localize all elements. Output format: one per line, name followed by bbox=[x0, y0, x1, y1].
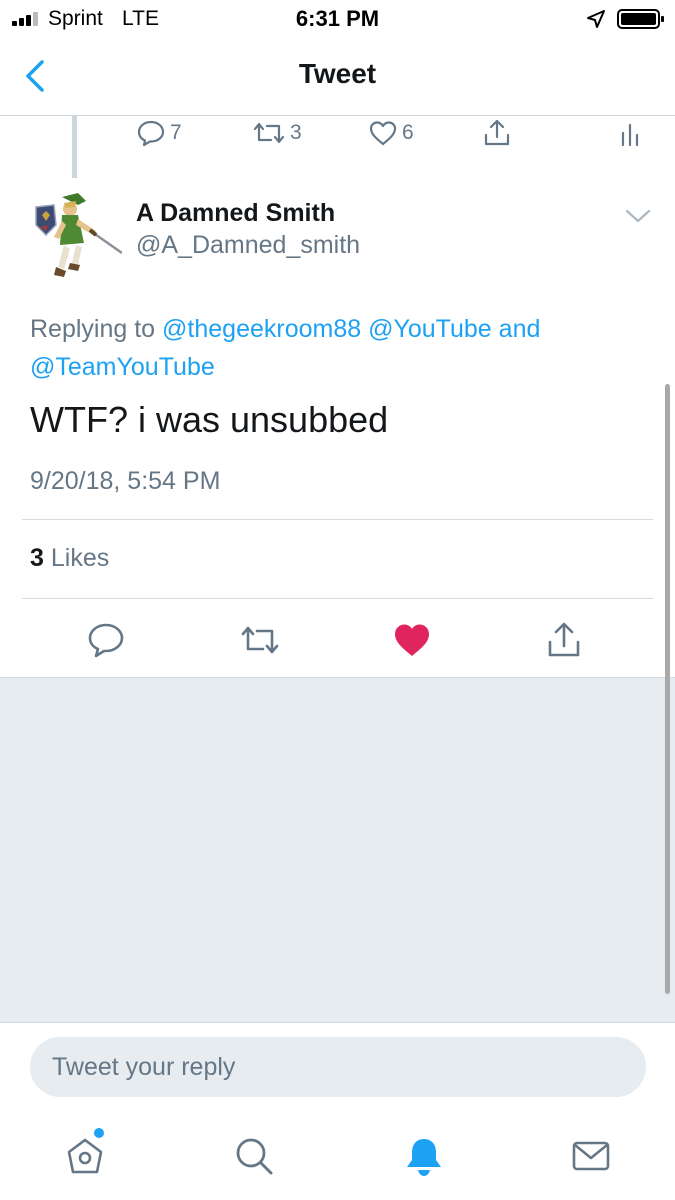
likes-summary[interactable]: 3 Likes bbox=[30, 544, 109, 573]
display-name[interactable]: A Damned Smith bbox=[136, 199, 335, 228]
heart-filled-icon bbox=[395, 624, 429, 656]
prev-retweet-button[interactable]: 3 bbox=[252, 118, 302, 148]
location-arrow-icon bbox=[587, 10, 605, 28]
mail-icon bbox=[572, 1141, 610, 1171]
search-icon bbox=[236, 1138, 273, 1175]
share-icon bbox=[484, 119, 510, 146]
tab-notifications[interactable] bbox=[400, 1132, 448, 1180]
tab-home[interactable] bbox=[61, 1132, 109, 1180]
battery-icon bbox=[617, 9, 664, 29]
likes-label: Likes bbox=[50, 544, 110, 572]
home-icon bbox=[67, 1138, 103, 1174]
reply-icon bbox=[88, 623, 124, 658]
status-time: 6:31 PM bbox=[295, 6, 380, 31]
bottom-tab-bar bbox=[0, 1118, 675, 1200]
prev-reply-count: 7 bbox=[170, 121, 182, 144]
tweet-action-bar bbox=[0, 610, 675, 676]
prev-share-button[interactable] bbox=[482, 118, 516, 148]
prev-like-button[interactable]: 6 bbox=[368, 118, 414, 148]
scrollbar[interactable] bbox=[665, 384, 670, 994]
home-notification-dot bbox=[94, 1128, 104, 1138]
navigation-bar: Tweet bbox=[0, 40, 675, 116]
avatar[interactable] bbox=[26, 191, 122, 281]
tab-search[interactable] bbox=[230, 1132, 278, 1180]
analytics-icon bbox=[621, 123, 639, 147]
retweet-button[interactable] bbox=[238, 618, 282, 662]
page-title: Tweet bbox=[298, 58, 377, 89]
heart-outline-icon bbox=[369, 121, 397, 146]
retweet-icon bbox=[241, 626, 279, 654]
mention-link[interactable]: @TeamYouTube bbox=[30, 353, 215, 381]
empty-replies-area bbox=[0, 677, 675, 1022]
mention-link[interactable]: @YouTube bbox=[368, 315, 492, 343]
previous-tweet-actions: 7 3 6 bbox=[0, 116, 675, 156]
likes-count: 3 bbox=[30, 544, 44, 572]
tweet-timestamp: 9/20/18, 5:54 PM bbox=[30, 467, 221, 495]
replying-to-joiner: and bbox=[498, 315, 541, 343]
divider bbox=[22, 598, 653, 599]
like-button[interactable] bbox=[390, 618, 434, 662]
prev-reply-button[interactable]: 7 bbox=[136, 118, 182, 148]
share-button[interactable] bbox=[542, 618, 586, 662]
tweet-author-row: A Damned Smith @A_Damned_smith bbox=[0, 185, 675, 285]
replying-to-label: Replying to bbox=[30, 315, 156, 343]
prev-like-count: 6 bbox=[402, 121, 414, 144]
chevron-down-icon[interactable] bbox=[624, 207, 652, 225]
bell-icon bbox=[407, 1139, 441, 1176]
status-bar: Sprint LTE 6:31 PM bbox=[0, 0, 675, 40]
tab-messages[interactable] bbox=[567, 1132, 615, 1180]
reply-composer bbox=[0, 1022, 675, 1118]
tweet-text: WTF? i was unsubbed bbox=[30, 399, 389, 440]
prev-analytics-button[interactable] bbox=[620, 118, 644, 148]
retweet-icon bbox=[253, 122, 285, 144]
user-handle[interactable]: @A_Damned_smith bbox=[136, 231, 360, 260]
prev-retweet-count: 3 bbox=[290, 121, 302, 144]
divider bbox=[22, 519, 653, 520]
reply-button[interactable] bbox=[84, 618, 128, 662]
replying-to: Replying to @thegeekroom88 @YouTube and … bbox=[30, 310, 650, 386]
share-icon bbox=[548, 622, 580, 657]
reply-input[interactable] bbox=[30, 1037, 646, 1097]
reply-icon bbox=[137, 120, 165, 147]
mention-link[interactable]: @thegeekroom88 bbox=[162, 315, 361, 343]
